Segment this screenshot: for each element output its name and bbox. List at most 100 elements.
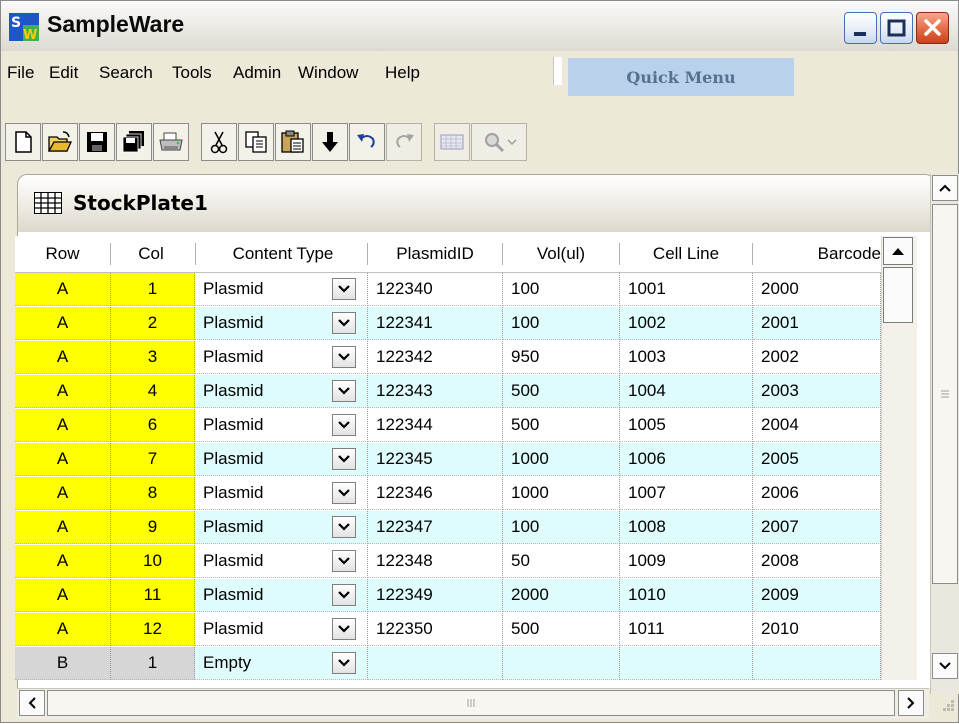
resize-grip-icon[interactable] <box>933 694 957 720</box>
save-button[interactable] <box>79 123 115 161</box>
cell-type[interactable]: Plasmid <box>195 477 368 510</box>
chevron-up-icon <box>939 184 951 192</box>
table-row[interactable]: A 10 Plasmid 122348 50 1009 2008 <box>15 545 881 579</box>
search-dropdown-button[interactable] <box>471 123 527 161</box>
content-type-dropdown-button[interactable] <box>332 482 356 504</box>
menu-help[interactable]: Help <box>385 63 420 83</box>
content-type-dropdown-button[interactable] <box>332 584 356 606</box>
content-type-dropdown-button[interactable] <box>332 448 356 470</box>
cell-cell: 1005 <box>620 409 753 442</box>
table-row[interactable]: A 8 Plasmid 122346 1000 1007 2006 <box>15 477 881 511</box>
content-type-dropdown-button[interactable] <box>332 312 356 334</box>
cell-cell: 1001 <box>620 273 753 306</box>
cell-text: A <box>56 551 69 570</box>
table-row[interactable]: A 7 Plasmid 122345 1000 1006 2005 <box>15 443 881 477</box>
content-type-dropdown-button[interactable] <box>332 618 356 640</box>
copy-button[interactable] <box>238 123 274 161</box>
column-header-vol[interactable]: Vol(ul) <box>503 236 619 272</box>
undo-button[interactable] <box>349 123 385 161</box>
grid-scroll-thumb[interactable] <box>883 267 913 323</box>
content-type-dropdown-button[interactable] <box>332 380 356 402</box>
scroll-left-button[interactable] <box>19 690 45 716</box>
menu-window[interactable]: Window <box>298 63 358 83</box>
cell-type[interactable]: Plasmid <box>195 307 368 340</box>
quick-menu-button[interactable]: Quick Menu <box>568 58 794 96</box>
cell-type[interactable]: Plasmid <box>195 273 368 306</box>
column-header-plasmid-id[interactable]: PlasmidID <box>368 236 502 272</box>
content-type-dropdown-button[interactable] <box>332 652 356 674</box>
cell-text: A <box>56 619 69 638</box>
table-row[interactable]: A 3 Plasmid 122342 950 1003 2002 <box>15 341 881 375</box>
horizontal-scroll-thumb[interactable] <box>47 690 895 716</box>
cell-type[interactable]: Plasmid <box>195 579 368 612</box>
grid-view-button[interactable] <box>434 123 470 161</box>
cell-type[interactable]: Plasmid <box>195 375 368 408</box>
content-type-dropdown-button[interactable] <box>332 278 356 300</box>
cell-col: 4 <box>111 375 195 408</box>
cell-type[interactable]: Plasmid <box>195 613 368 646</box>
cell-text: 2005 <box>761 449 799 468</box>
column-header-row[interactable]: Row <box>15 236 110 272</box>
scroll-right-button[interactable] <box>898 690 924 716</box>
window-scroll-up-button[interactable] <box>932 175 958 201</box>
redo-button[interactable] <box>386 123 422 161</box>
cell-plasmid: 122343 <box>368 375 503 408</box>
chevron-down-icon <box>338 659 350 667</box>
cell-text: 2008 <box>761 551 799 570</box>
column-header-cell-line[interactable]: Cell Line <box>620 236 752 272</box>
cell-barcode: 2000 <box>753 273 881 306</box>
move-down-button[interactable] <box>312 123 348 161</box>
cell-text: 2010 <box>761 619 799 638</box>
window-scroll-thumb[interactable] <box>932 204 958 584</box>
menu-tools[interactable]: Tools <box>172 63 212 83</box>
cut-button[interactable] <box>201 123 237 161</box>
paste-button[interactable] <box>275 123 311 161</box>
menu-admin[interactable]: Admin <box>233 63 281 83</box>
save-all-button[interactable] <box>116 123 152 161</box>
cell-text: 500 <box>511 381 540 400</box>
table-row[interactable]: A 12 Plasmid 122350 500 1011 2010 <box>15 613 881 647</box>
column-header-barcode[interactable]: Barcode <box>753 236 881 272</box>
cell-text: A <box>56 415 69 434</box>
table-row[interactable]: A 6 Plasmid 122344 500 1005 2004 <box>15 409 881 443</box>
cell-text: 100 <box>511 517 540 536</box>
grid-scroll-up-button[interactable] <box>883 237 913 265</box>
cell-type[interactable]: Plasmid <box>195 341 368 374</box>
minimize-button[interactable] <box>844 12 877 44</box>
table-row[interactable]: A 1 Plasmid 122340 100 1001 2000 <box>15 273 881 307</box>
cell-type[interactable]: Plasmid <box>195 443 368 476</box>
cell-text: Plasmid <box>203 619 264 638</box>
cell-type[interactable]: Plasmid <box>195 409 368 442</box>
table-row[interactable]: B 1 Empty <box>15 647 881 680</box>
table-row[interactable]: A 11 Plasmid 122349 2000 1010 2009 <box>15 579 881 613</box>
print-button[interactable] <box>153 123 189 161</box>
table-row[interactable]: A 4 Plasmid 122343 500 1004 2003 <box>15 375 881 409</box>
table-row[interactable]: A 9 Plasmid 122347 100 1008 2007 <box>15 511 881 545</box>
redo-icon <box>396 134 414 148</box>
content-type-dropdown-button[interactable] <box>332 414 356 436</box>
menu-file[interactable]: File <box>7 63 34 83</box>
content-type-dropdown-button[interactable] <box>332 516 356 538</box>
menu-edit[interactable]: Edit <box>49 63 78 83</box>
content-type-dropdown-button[interactable] <box>332 550 356 572</box>
content-type-dropdown-button[interactable] <box>332 346 356 368</box>
child-title-bar[interactable]: StockPlate1 <box>17 174 935 232</box>
close-button[interactable] <box>916 12 949 44</box>
menu-search[interactable]: Search <box>99 63 153 83</box>
cell-type[interactable]: Plasmid <box>195 545 368 578</box>
menu-separator <box>553 57 562 85</box>
table-row[interactable]: A 2 Plasmid 122341 100 1002 2001 <box>15 307 881 341</box>
cell-type[interactable]: Plasmid <box>195 511 368 544</box>
title-bar[interactable]: S W SampleWare <box>1 1 958 52</box>
app-logo-icon: S W <box>9 13 39 41</box>
grip-lines-icon <box>467 699 475 707</box>
new-file-button[interactable] <box>5 123 41 161</box>
cell-barcode: 2009 <box>753 579 881 612</box>
column-header-col[interactable]: Col <box>111 236 191 272</box>
cell-text: 1009 <box>628 551 666 570</box>
open-button[interactable] <box>42 123 78 161</box>
window-scroll-down-button[interactable] <box>932 653 958 679</box>
cell-type[interactable]: Empty <box>195 647 368 680</box>
column-header-content-type[interactable]: Content Type <box>199 236 367 272</box>
maximize-button[interactable] <box>880 12 913 44</box>
